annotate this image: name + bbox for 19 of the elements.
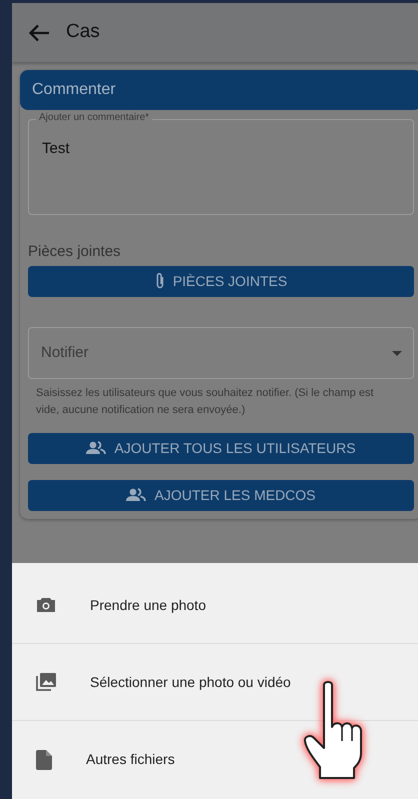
attachments-label: Pièces jointes: [28, 242, 122, 262]
field-label: Ajouter un commentaire*: [36, 112, 152, 124]
help-text: Saisissez les utilisateurs que vous souhaitez notifier. (Si le champ est vide, aucune notification ne sera envoyée.): [36, 386, 374, 418]
sheet-option[interactable]: Autres fichiers: [12, 721, 418, 798]
users-icon: [86, 441, 106, 455]
dropdown-caret-icon[interactable]: [392, 350, 402, 356]
file-icon: [36, 750, 52, 770]
camera-icon: [36, 597, 56, 613]
image-gallery-icon: [36, 673, 56, 691]
notify-field[interactable]: Notifier: [28, 326, 414, 378]
add-users-button[interactable]: AJOUTER TOUS LES UTILISATEURS: [28, 432, 414, 464]
screen-title: Cas: [66, 20, 100, 44]
attachments-button[interactable]: PIÈCES JOINTES: [28, 266, 414, 296]
back-arrow-icon[interactable]: [28, 24, 50, 42]
users-icon: [126, 488, 146, 502]
sheet-option[interactable]: Prendre une photo: [12, 567, 418, 644]
add-users-button[interactable]: AJOUTER LES MEDCOS: [28, 480, 414, 510]
section-title: Commenter: [20, 70, 418, 110]
paperclip-icon: [154, 272, 165, 290]
